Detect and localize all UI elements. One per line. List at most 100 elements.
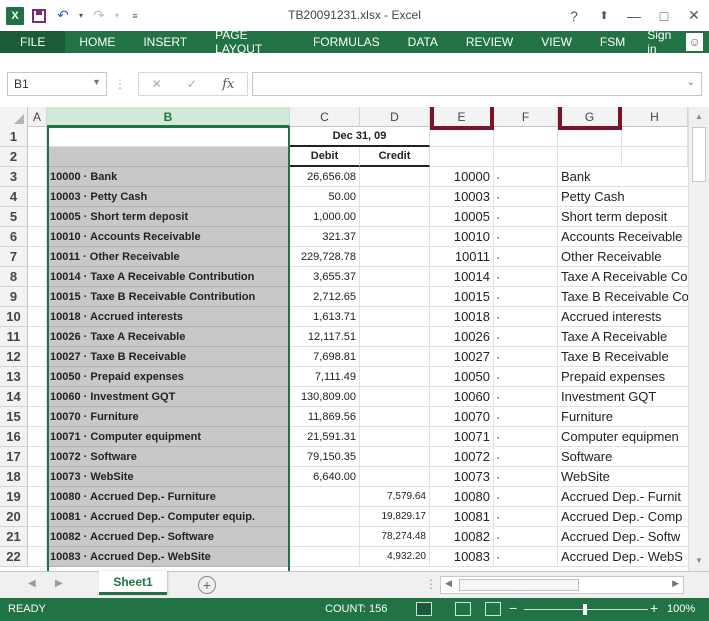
close-icon[interactable]: ✕ [679, 0, 709, 31]
account-number-cell[interactable]: 10015 [430, 287, 494, 307]
debit-cell[interactable]: 229,728.78 [290, 247, 360, 267]
account-number-cell[interactable]: 10014 [430, 267, 494, 287]
cell-b2[interactable] [47, 147, 290, 167]
page-break-view-icon[interactable] [485, 602, 501, 616]
separator-cell[interactable]: · [494, 307, 558, 327]
row-header[interactable]: 14 [0, 387, 28, 407]
account-description-cell[interactable]: Furniture [558, 407, 688, 427]
account-number-cell[interactable]: 10082 [430, 527, 494, 547]
separator-cell[interactable]: · [494, 287, 558, 307]
account-description-cell[interactable]: WebSite [558, 467, 688, 487]
debit-header[interactable]: Debit [290, 147, 360, 167]
row-header[interactable]: 21 [0, 527, 28, 547]
sheet-tab-sheet1[interactable]: Sheet1 [99, 571, 167, 595]
debit-cell[interactable] [290, 547, 360, 567]
chevron-down-icon[interactable]: ▼ [92, 77, 101, 87]
row-header[interactable]: 4 [0, 187, 28, 207]
vertical-scroll-thumb[interactable] [692, 127, 706, 182]
separator-cell[interactable]: · [494, 187, 558, 207]
scroll-up-icon[interactable]: ▲ [689, 109, 709, 125]
credit-cell[interactable] [360, 367, 430, 387]
debit-cell[interactable] [290, 527, 360, 547]
credit-cell[interactable] [360, 247, 430, 267]
debit-cell[interactable]: 7,698.81 [290, 347, 360, 367]
account-name-cell[interactable]: 10015 · Taxe B Receivable Contribution [47, 287, 290, 307]
row-header[interactable]: 6 [0, 227, 28, 247]
separator-cell[interactable]: · [494, 327, 558, 347]
account-number-cell[interactable]: 10080 [430, 487, 494, 507]
separator-cell[interactable]: · [494, 407, 558, 427]
scroll-down-icon[interactable]: ▼ [689, 553, 709, 569]
account-description-cell[interactable]: Accounts Receivable [558, 227, 688, 247]
credit-cell[interactable] [360, 447, 430, 467]
credit-cell[interactable] [360, 227, 430, 247]
debit-cell[interactable]: 1,000.00 [290, 207, 360, 227]
debit-cell[interactable]: 26,656.08 [290, 167, 360, 187]
row-header[interactable]: 15 [0, 407, 28, 427]
credit-cell[interactable] [360, 427, 430, 447]
account-name-cell[interactable]: 10050 · Prepaid expenses [47, 367, 290, 387]
separator-cell[interactable]: · [494, 227, 558, 247]
separator-cell[interactable]: · [494, 547, 558, 567]
separator-cell[interactable]: · [494, 427, 558, 447]
empty-cell[interactable] [28, 327, 47, 347]
column-header-h[interactable]: H [622, 107, 688, 127]
scroll-right-icon[interactable]: ▶ [672, 578, 679, 589]
debit-cell[interactable]: 50.00 [290, 187, 360, 207]
credit-cell[interactable] [360, 347, 430, 367]
row-header[interactable]: 8 [0, 267, 28, 287]
separator-cell[interactable]: · [494, 447, 558, 467]
debit-cell[interactable]: 79,150.35 [290, 447, 360, 467]
credit-cell[interactable] [360, 327, 430, 347]
account-description-cell[interactable]: Accrued Dep.- Comp [558, 507, 688, 527]
account-number-cell[interactable]: 10003 [430, 187, 494, 207]
row-header[interactable]: 16 [0, 427, 28, 447]
column-header-e[interactable]: E [430, 107, 494, 127]
account-description-cell[interactable]: Computer equipmen [558, 427, 688, 447]
account-description-cell[interactable]: Taxe A Receivable [558, 327, 688, 347]
separator-cell[interactable]: · [494, 347, 558, 367]
credit-cell[interactable] [360, 207, 430, 227]
sheet-next-icon[interactable]: ▶ [55, 578, 63, 589]
debit-cell[interactable]: 1,613.71 [290, 307, 360, 327]
account-number-cell[interactable]: 10005 [430, 207, 494, 227]
tab-home[interactable]: HOME [65, 31, 129, 53]
account-number-cell[interactable]: 10083 [430, 547, 494, 567]
column-header-g[interactable]: G [558, 107, 622, 127]
empty-cell[interactable] [28, 207, 47, 227]
account-description-cell[interactable]: Taxe A Receivable Co [558, 267, 688, 287]
account-name-cell[interactable]: 10011 · Other Receivable [47, 247, 290, 267]
empty-cell[interactable] [28, 527, 47, 547]
row-header[interactable]: 5 [0, 207, 28, 227]
credit-cell[interactable] [360, 307, 430, 327]
empty-cell[interactable] [28, 167, 47, 187]
account-name-cell[interactable]: 10010 · Accounts Receivable [47, 227, 290, 247]
empty-cell[interactable] [28, 467, 47, 487]
empty-cell[interactable] [28, 427, 47, 447]
account-description-cell[interactable]: Taxe B Receivable [558, 347, 688, 367]
empty-cell[interactable] [28, 127, 47, 147]
tab-review[interactable]: REVIEW [452, 31, 527, 53]
empty-cell[interactable] [494, 127, 558, 147]
separator-cell[interactable]: · [494, 167, 558, 187]
tab-insert[interactable]: INSERT [129, 31, 201, 53]
tab-view[interactable]: VIEW [527, 31, 586, 53]
account-name-cell[interactable]: 10070 · Furniture [47, 407, 290, 427]
zoom-slider-knob[interactable] [583, 604, 587, 615]
column-header-d[interactable]: D [360, 107, 430, 127]
account-description-cell[interactable]: Accrued interests [558, 307, 688, 327]
row-header[interactable]: 12 [0, 347, 28, 367]
account-number-cell[interactable]: 10010 [430, 227, 494, 247]
row-header[interactable]: 10 [0, 307, 28, 327]
empty-cell[interactable] [622, 127, 688, 147]
customize-qat-icon[interactable]: ≡ [124, 5, 146, 27]
separator-cell[interactable]: · [494, 527, 558, 547]
account-name-cell[interactable]: 10072 · Software [47, 447, 290, 467]
restore-icon[interactable]: □ [649, 0, 679, 31]
account-number-cell[interactable]: 10027 [430, 347, 494, 367]
row-header[interactable]: 22 [0, 547, 28, 567]
debit-cell[interactable]: 2,712.65 [290, 287, 360, 307]
worksheet-grid[interactable]: ABCDEFGH 1 2 Dec 31, 09 Debit Credit 3 10000 ·… [0, 107, 688, 571]
minimize-icon[interactable]: — [619, 0, 649, 31]
column-header-f[interactable]: F [494, 107, 558, 127]
